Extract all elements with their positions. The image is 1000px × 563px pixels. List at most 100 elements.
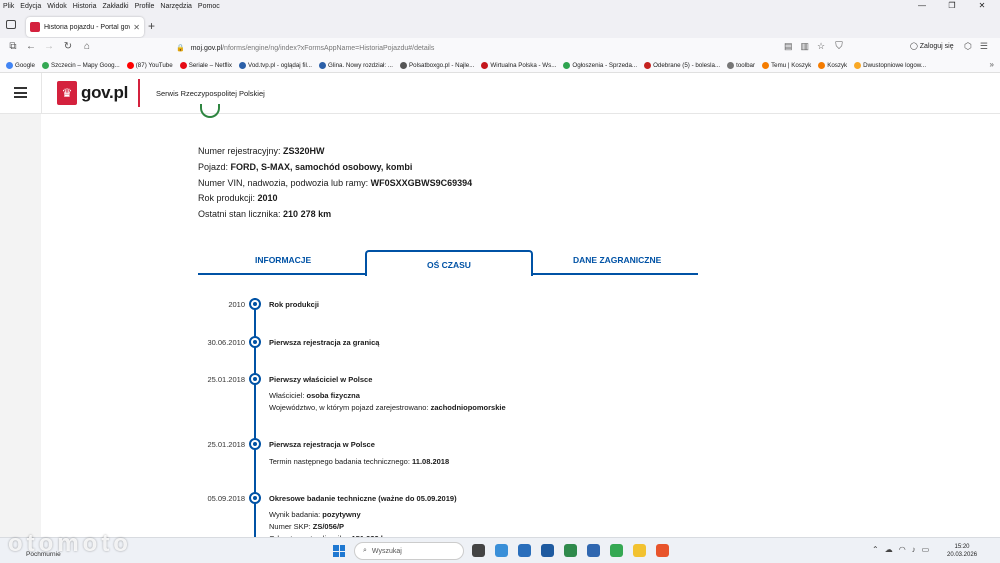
forward-icon[interactable]: → (42, 41, 56, 52)
bookmark-item[interactable]: Odebrane (5) - bolesla... (644, 61, 720, 69)
event-title: Pierwsza rejestracja w Polsce (269, 440, 375, 449)
event-detail-value: zachodniopomorskie (430, 403, 506, 412)
login-label: Zaloguj się (919, 43, 954, 50)
back-icon[interactable]: ← (24, 41, 38, 52)
bookmark-item[interactable]: Vod.tvp.pl - oglądaj fil... (239, 61, 313, 69)
bookmark-icon (41, 61, 49, 69)
hamburger-menu-icon[interactable] (14, 87, 27, 98)
polish-eagle-logo-icon[interactable]: ♛ (57, 81, 77, 105)
task-view-icon[interactable] (472, 544, 485, 557)
menu-profile[interactable]: Profile (135, 3, 155, 10)
reload-icon[interactable]: ↻ (61, 41, 75, 52)
event-detail-label: Województwo, w którym pojazd zarejestrow… (269, 403, 431, 412)
bookmark-label: Glina. Nowy rozdział: ... (328, 61, 394, 69)
maximize-icon[interactable]: ❐ (940, 0, 964, 12)
tab-title: Historia pojazdu - Portal gov.pl (44, 23, 131, 31)
menu-historia[interactable]: Historia (73, 3, 97, 10)
event-detail: Właściciel: osoba fizyczna (269, 391, 360, 400)
clock-date: 20.03.2026 (947, 552, 978, 558)
vehicle-type: Pojazd: FORD, S-MAX, samochód osobowy, k… (198, 162, 412, 172)
event-detail-value: 11.08.2018 (412, 457, 450, 466)
home-icon[interactable]: ⌂ (80, 41, 94, 52)
tab-os-czasu[interactable]: OŚ CZASU (365, 250, 533, 276)
bookmark-item[interactable]: Seriale – Netflix (179, 61, 232, 69)
search-icon: ⌕ (363, 547, 367, 554)
green-app-icon[interactable] (610, 544, 623, 557)
bookmark-icon (762, 61, 770, 69)
vin-label: Numer VIN, nadwozia, podwozia lub ramy: (198, 178, 371, 188)
bookmark-item[interactable]: Temu | Koszyk (762, 61, 811, 69)
bookmark-icon (727, 61, 735, 69)
minimize-icon[interactable]: — (910, 0, 934, 12)
status-check-icon (200, 104, 220, 118)
windows-start-icon[interactable] (333, 545, 345, 557)
menu-plik[interactable]: Plik (3, 3, 14, 10)
edge-icon[interactable] (495, 544, 508, 557)
taskbar-clock[interactable]: 15:20 20.03.2026 (947, 543, 977, 559)
tool-app-icon[interactable] (587, 544, 600, 557)
bookmark-item[interactable]: Szczecin – Mapy Goog... (41, 61, 120, 69)
bookmark-item[interactable]: (87) YouTube (126, 61, 173, 69)
tab-list-icon[interactable] (6, 20, 16, 29)
bookmark-label: Vod.tvp.pl - oglądaj fil... (248, 61, 313, 69)
bookmark-item[interactable]: Polsatboxgo.pl - Najle... (400, 61, 474, 69)
bookmark-label: (87) YouTube (135, 61, 173, 69)
gov-favicon-icon (30, 22, 40, 32)
bookmark-item[interactable]: Dwustopniowe logow... (854, 61, 926, 69)
login-button[interactable]: ◯ Zaloguj się (910, 42, 954, 50)
chart-app-icon[interactable] (541, 544, 554, 557)
menu-narzedzia[interactable]: Narzędzia (160, 3, 192, 10)
lock-icon[interactable]: 🔒 (176, 44, 185, 52)
tab-dane-zagraniczne[interactable]: DANE ZAGRANICZNE (573, 255, 661, 265)
menu-edycja[interactable]: Edycja (20, 3, 41, 10)
bookmark-label: toolbar (736, 61, 756, 69)
extensions-icon[interactable]: ⧉ (6, 41, 20, 52)
clock-time: 15:20 (954, 544, 970, 550)
page-action-icons[interactable]: ▤▥☆ (784, 41, 833, 52)
header-divider (138, 79, 140, 107)
event-date: 30.06.2010 (207, 338, 245, 347)
event-detail: Termin następnego badania technicznego: … (269, 457, 449, 466)
address-bar[interactable]: 🔒 moj.gov.pl/nforms/engine/ng/index?xFor… (160, 40, 840, 56)
taskbar: Pochmurnie ⌕ Wyszukaj ⌃☁◠♪▭ 15:20 20.03.20… (0, 537, 1000, 563)
bookmarks-overflow-icon[interactable]: » (990, 60, 994, 69)
menu-zakladki[interactable]: Zakładki (102, 3, 128, 10)
registration-number: Numer rejestracyjny: ZS320HW (198, 146, 325, 156)
new-tab-icon[interactable]: + (148, 19, 155, 33)
close-window-icon[interactable]: ✕ (970, 0, 994, 12)
event-detail-label: Właściciel: (269, 391, 307, 400)
system-tray-icons[interactable]: ⌃☁◠♪▭ (872, 545, 935, 554)
bookmark-label: Google (15, 61, 35, 69)
service-name: Serwis Rzeczypospolitej Polskiej (156, 89, 265, 98)
toolbar-right-icons[interactable]: ⬡☰ (964, 41, 996, 52)
menu-pomoc[interactable]: Pomoc (198, 3, 220, 10)
bookmark-item[interactable]: Google (6, 61, 35, 69)
event-title: Pierwsza rejestracja za granicą (269, 338, 380, 347)
bookmark-item[interactable]: Koszyk (818, 61, 847, 69)
store-icon[interactable] (518, 544, 531, 557)
bookmark-item[interactable]: Wirtualna Polska - Ws... (481, 61, 556, 69)
bookmark-item[interactable]: toolbar (727, 61, 756, 69)
vin-value: WF0SXXGBWS9C69394 (370, 178, 473, 188)
event-date: 25.01.2018 (207, 440, 245, 449)
registration-label: Numer rejestracyjny: (198, 146, 284, 156)
left-gutter (0, 114, 41, 537)
pocket-icon[interactable]: ⛉ (832, 41, 846, 52)
event-detail-label: Termin następnego badania technicznego: (269, 457, 413, 466)
taskbar-search[interactable]: ⌕ Wyszukaj (354, 542, 464, 560)
tab-informacje[interactable]: INFORMACJE (255, 255, 311, 265)
search-placeholder: Wyszukaj (371, 547, 402, 555)
registration-value: ZS320HW (283, 146, 325, 156)
tab-historia-pojazdu[interactable]: Historia pojazdu - Portal gov.pl ✕ (26, 17, 144, 37)
vehicle-label: Pojazd: (198, 162, 231, 172)
menu-widok[interactable]: Widok (47, 3, 66, 10)
bookmark-item[interactable]: Glina. Nowy rozdział: ... (319, 61, 394, 69)
vehicle-value: FORD, S-MAX, samochód osobowy, kombi (230, 162, 413, 172)
globe-app-icon[interactable] (564, 544, 577, 557)
event-date: 2010 (228, 300, 245, 309)
bookmark-item[interactable]: Ogłoszenia - Sprzeda... (563, 61, 637, 69)
file-explorer-icon[interactable] (633, 544, 646, 557)
firefox-icon[interactable] (656, 544, 669, 557)
site-brand[interactable]: gov.pl (81, 83, 128, 103)
close-tab-icon[interactable]: ✕ (133, 23, 140, 32)
